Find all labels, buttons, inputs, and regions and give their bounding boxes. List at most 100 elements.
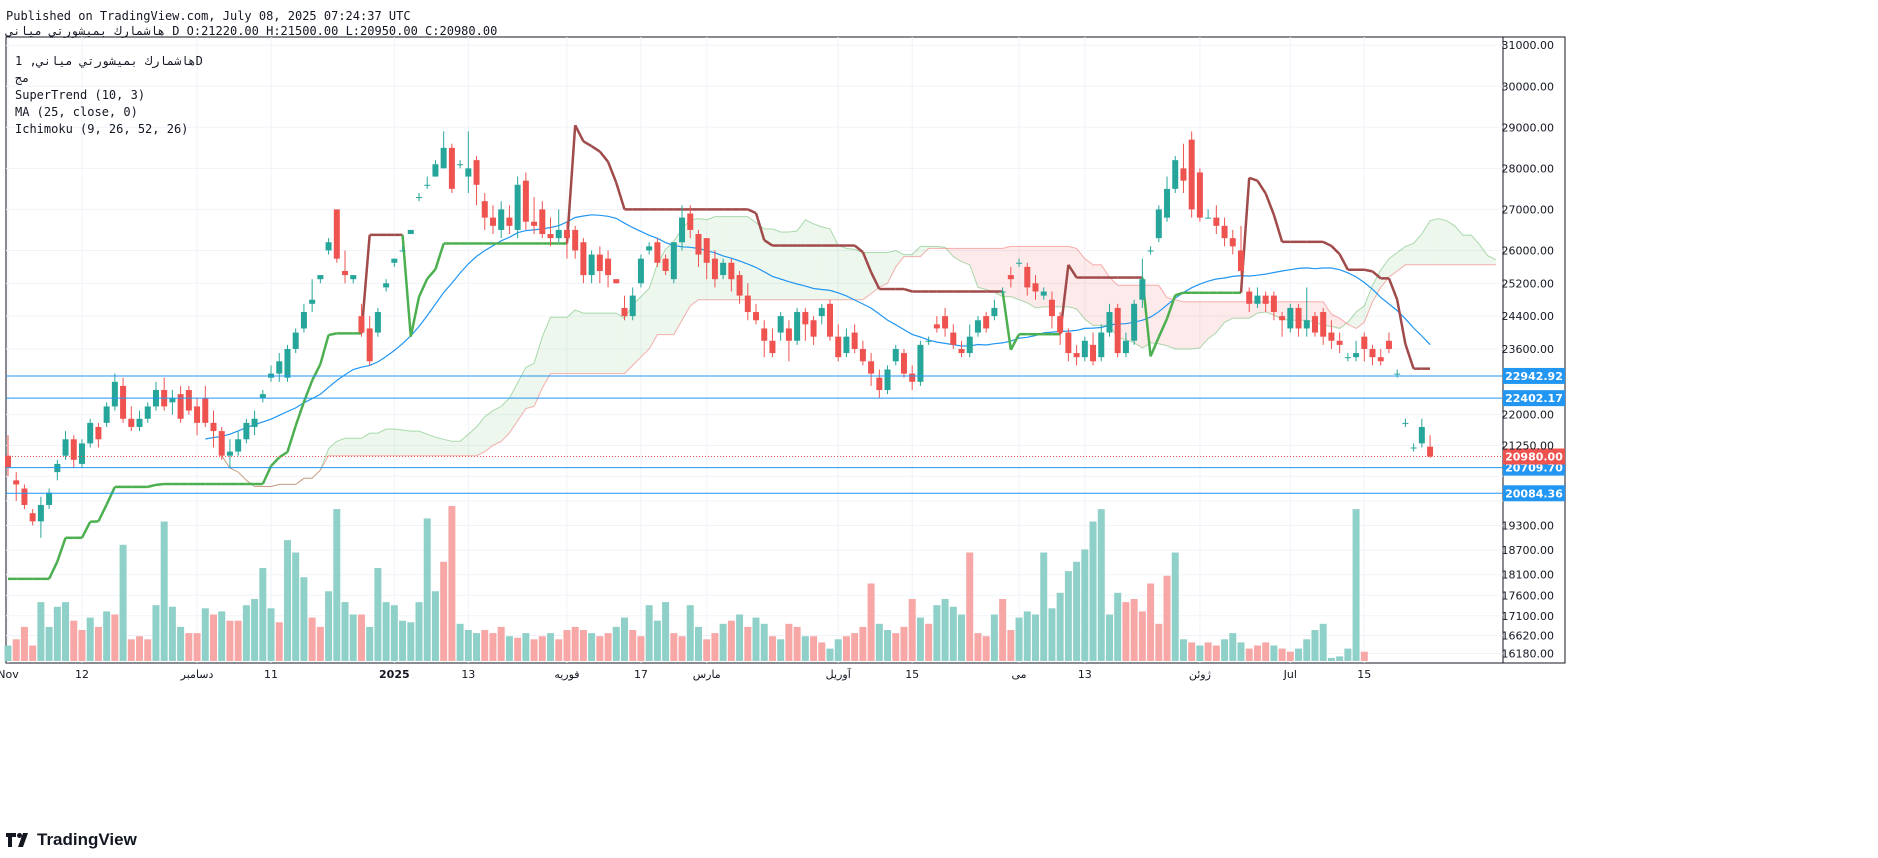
cloud-segment [977, 248, 987, 290]
candle-body [900, 353, 907, 374]
supertrend-segment [97, 504, 108, 522]
candle [78, 439, 85, 469]
volume-bar [1147, 583, 1155, 661]
supertrend-segment [1264, 192, 1276, 216]
cloud-segment [887, 250, 896, 284]
volume-bar [530, 639, 538, 661]
volume-bar [900, 626, 908, 661]
candle-body [1427, 446, 1434, 457]
cloud-segment [1430, 218, 1439, 265]
candle-body [1213, 217, 1220, 226]
candle [572, 225, 579, 259]
candle-body [194, 406, 201, 423]
cloud-segment [394, 429, 403, 456]
cloud-segment [690, 218, 699, 306]
candle [128, 406, 135, 432]
cloud-segment [1191, 301, 1200, 349]
cloud-segment [369, 433, 378, 456]
candle-body [802, 312, 809, 325]
candle-body [1353, 353, 1360, 358]
candle-body [1246, 291, 1253, 304]
volume-bar [1319, 623, 1327, 661]
cloud-segment [788, 230, 798, 300]
candle [54, 459, 61, 481]
candle-body [1016, 262, 1023, 264]
legend-ma[interactable]: MA (25, close, 0) [15, 104, 203, 121]
volume-bar [1204, 642, 1212, 661]
volume-bar [4, 645, 12, 661]
x-axis-labels: Nov 12 دسامبر 11 2025 13 فوریه 17 مارس آوریل 15 می 1… [0, 667, 1371, 681]
cloud-segment [1010, 246, 1020, 300]
candle [933, 316, 940, 333]
volume-bar [810, 636, 818, 661]
volume-bar [275, 622, 283, 661]
candle [1287, 303, 1294, 333]
cloud-segment [583, 313, 592, 374]
candle-body [457, 164, 464, 166]
candle [1081, 336, 1088, 362]
candle [498, 201, 505, 239]
volume-bar [45, 626, 53, 661]
cloud-segment [608, 313, 617, 374]
cloud-segment [558, 317, 567, 374]
volume-bar [111, 614, 119, 661]
volume-bar [37, 602, 45, 661]
cloud-segment [443, 439, 452, 456]
candle [753, 303, 760, 325]
candle-body [843, 336, 850, 354]
candle-body [999, 291, 1006, 293]
volume-bar [1286, 651, 1294, 661]
cloud-segment [534, 336, 543, 407]
cloud-segment [386, 429, 395, 456]
candle [120, 377, 127, 423]
candle [268, 365, 275, 382]
supertrend-segment [105, 486, 116, 506]
candle-body [1410, 447, 1417, 449]
candle-body [777, 316, 784, 333]
x-tick-label: 12 [75, 668, 89, 681]
candle-body [761, 328, 768, 341]
candle [983, 312, 990, 333]
candle [1098, 324, 1105, 362]
volume-bar [448, 506, 456, 661]
volume-bar [1196, 645, 1204, 661]
candle-body [1221, 225, 1228, 239]
legend-ichimoku[interactable]: Ichimoku (9, 26, 52, 26) [15, 121, 203, 138]
cloud-segment [435, 437, 444, 456]
candle-body [276, 361, 283, 374]
candle-body [1295, 307, 1302, 329]
volume-bar [1344, 648, 1352, 661]
candle-body [243, 422, 250, 440]
candle [1155, 205, 1162, 243]
candle-body [333, 209, 340, 259]
volume-bar [1097, 509, 1105, 661]
candle [1205, 209, 1212, 219]
candle [1065, 328, 1072, 362]
volume-bar [185, 633, 193, 661]
volume-bar [875, 623, 883, 661]
cloud-segment [525, 363, 535, 409]
x-tick-label: می [1012, 668, 1027, 681]
volume-bar [497, 626, 505, 661]
candle-body [21, 488, 28, 505]
price-chart[interactable]: 22942.9222402.1720709.7020084.3620980.00… [0, 0, 1878, 858]
candle-body [1402, 422, 1409, 424]
legend-supertrend[interactable]: SuperTrend (10, 3) [15, 87, 203, 104]
volume-bar [20, 626, 28, 661]
volume-bar [703, 639, 711, 661]
candle-body [1131, 303, 1138, 341]
candle-body [1057, 316, 1064, 333]
candle [481, 192, 488, 230]
volume-bar [842, 636, 850, 661]
candle-body [350, 275, 357, 280]
cloud-segment [1462, 235, 1472, 265]
candle-body [78, 443, 85, 464]
candle [794, 307, 801, 345]
candle [835, 324, 842, 362]
volume-bar [859, 626, 867, 661]
candle [1361, 332, 1368, 362]
volume-bar [867, 583, 875, 661]
volume-bar [982, 636, 990, 661]
tradingview-logo[interactable]: TradingView [6, 830, 137, 850]
candle-body [1073, 353, 1080, 358]
